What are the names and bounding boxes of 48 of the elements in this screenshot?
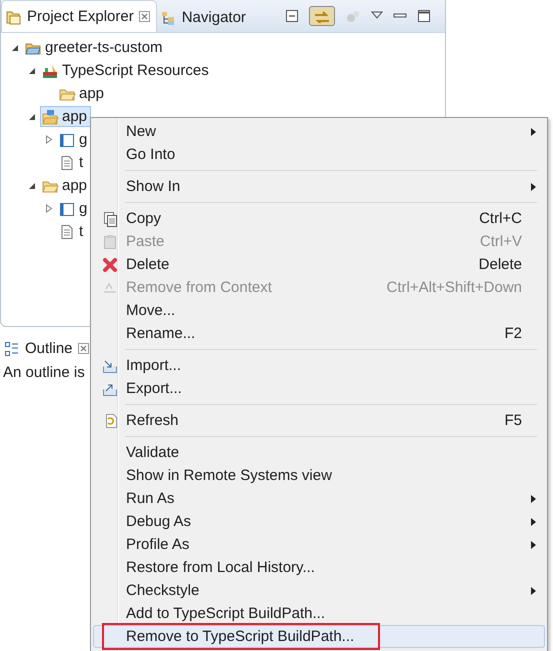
link-arrows-icon [313, 9, 331, 23]
menu-item[interactable]: Show in Remote Systems view [93, 464, 545, 487]
outline-icon [4, 340, 20, 356]
menu-item[interactable]: Run As [93, 487, 545, 510]
maximize-icon[interactable] [417, 9, 431, 23]
menu-item[interactable]: Go Into [93, 143, 545, 166]
delete-icon [102, 256, 118, 272]
menu-item[interactable]: Move... [93, 299, 545, 322]
menu-item[interactable]: Restore from Local History... [93, 556, 545, 579]
navigator-icon [160, 10, 177, 26]
menu-item[interactable]: Debug As [93, 510, 545, 533]
menu-item[interactable]: Show In [93, 175, 545, 198]
menu-item[interactable]: New [93, 120, 545, 143]
package-folder-icon [42, 108, 59, 124]
tree-item[interactable]: g [57, 198, 92, 219]
close-icon[interactable] [138, 11, 150, 22]
menu-item[interactable]: Add to TypeScript BuildPath... [93, 602, 545, 625]
ts-file-icon [59, 132, 76, 148]
outline-message: An outline is [3, 364, 85, 381]
menu-item[interactable]: Remove to TypeScript BuildPath... [93, 625, 545, 648]
tree-item[interactable]: t [57, 221, 88, 242]
tree-item[interactable]: app [40, 106, 92, 127]
copy-icon [102, 210, 118, 226]
menu-item[interactable]: Refresh F5 [93, 409, 545, 432]
close-icon[interactable] [78, 343, 89, 354]
menu-item[interactable]: Profile As [93, 533, 545, 556]
tree-item[interactable]: app [40, 175, 92, 196]
menu-item[interactable]: Copy Ctrl+C [93, 207, 545, 230]
menu-item[interactable]: Export... [93, 377, 545, 400]
menu-item[interactable]: Import... [93, 354, 545, 377]
tree-item[interactable]: app [57, 83, 108, 104]
collapse-all-icon[interactable] [285, 9, 299, 23]
menu-item[interactable]: Validate [93, 441, 545, 464]
menu-item[interactable]: Delete Delete [93, 253, 545, 276]
menu-item[interactable]: Checkstyle [93, 579, 545, 602]
ts-file-icon [59, 200, 76, 216]
tree-item[interactable]: t [57, 152, 88, 173]
view-tab[interactable]: Project Explorer [1, 0, 157, 32]
view-tab[interactable]: Navigator [156, 3, 252, 32]
clipboard-icon [102, 234, 118, 250]
folders-icon [6, 8, 22, 24]
filter-dots-icon[interactable] [345, 9, 361, 23]
tree-item[interactable]: greeter-ts-custom [23, 37, 167, 58]
menu-item[interactable]: Rename... F2 [93, 322, 545, 345]
tree-item[interactable]: TypeScript Resources [40, 60, 213, 81]
tree-item[interactable]: g [57, 129, 92, 150]
books-icon [42, 62, 59, 78]
import-icon [102, 358, 118, 374]
